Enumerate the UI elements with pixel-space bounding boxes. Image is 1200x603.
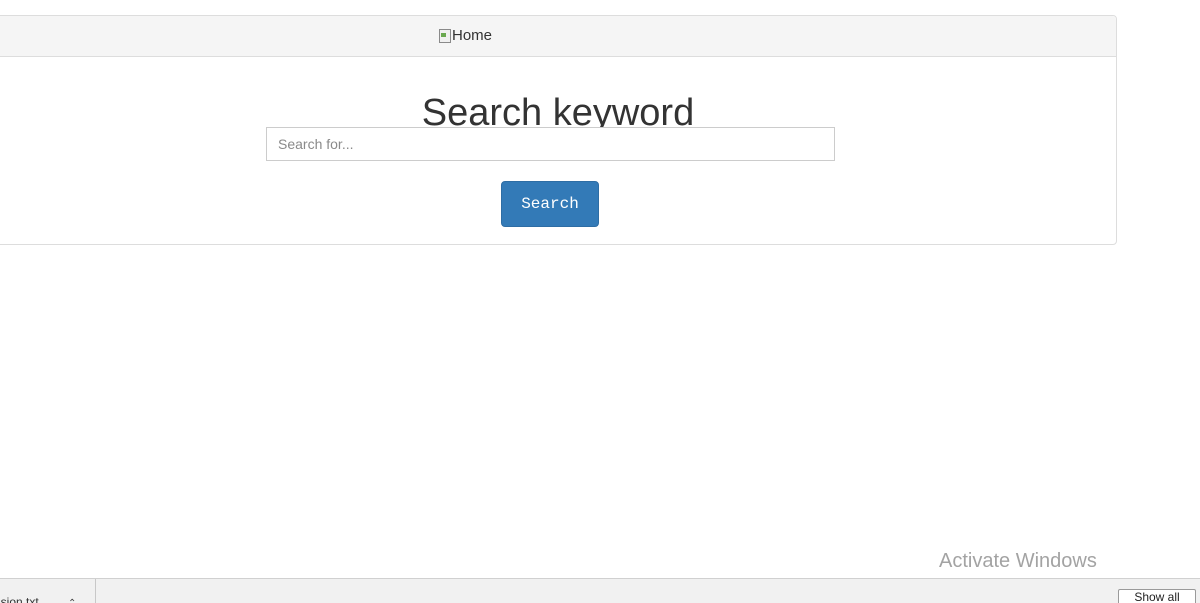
search-panel: Home Search keyword Search bbox=[0, 15, 1117, 245]
download-filename: ision.txt bbox=[0, 595, 39, 603]
search-button[interactable]: Search bbox=[501, 181, 599, 227]
panel-heading: Home bbox=[0, 16, 1116, 57]
broken-image-icon bbox=[438, 28, 452, 44]
show-all-button[interactable]: Show all bbox=[1118, 589, 1196, 603]
home-image-alt-text: Home bbox=[452, 27, 493, 44]
chevron-up-icon[interactable]: ⌃ bbox=[68, 598, 76, 603]
download-bar: ision.txt ⌃ Show all bbox=[0, 578, 1200, 603]
home-image-link[interactable]: Home bbox=[438, 27, 492, 45]
watermark-title: Activate Windows bbox=[939, 550, 1097, 572]
download-item[interactable]: ision.txt ⌃ bbox=[0, 579, 96, 603]
search-input[interactable] bbox=[266, 127, 835, 161]
